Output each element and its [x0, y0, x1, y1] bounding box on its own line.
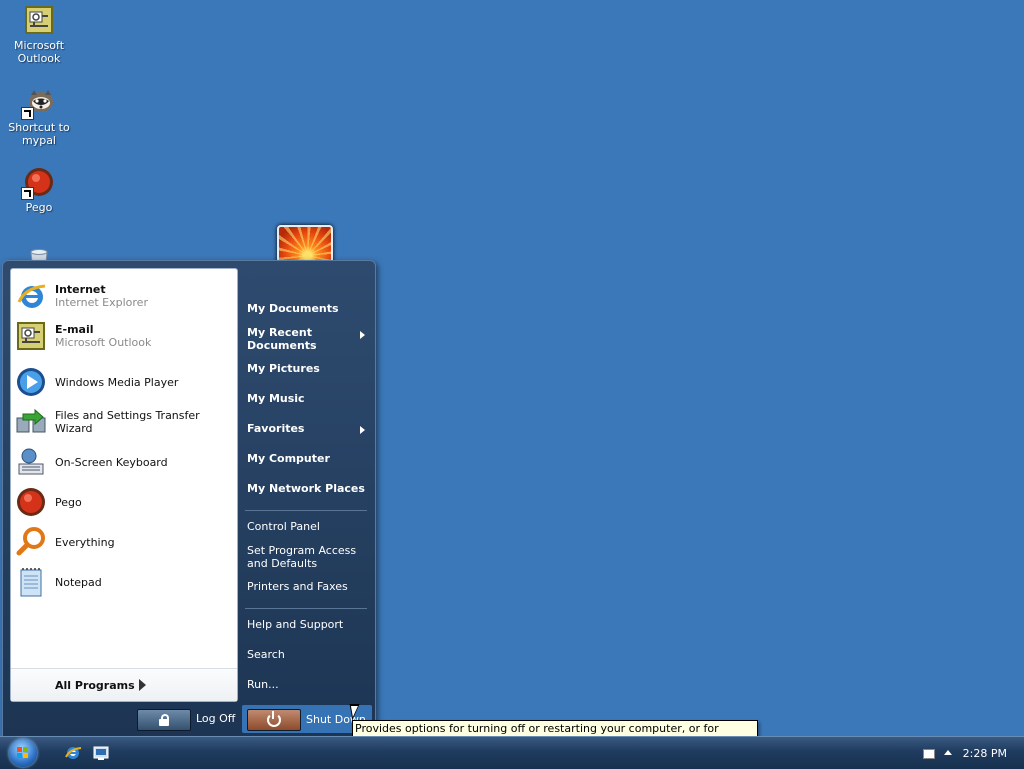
taskbar: 2:28 PM: [0, 736, 1024, 769]
start-item-on-screen-keyboard[interactable]: On-Screen Keyboard: [15, 444, 235, 480]
start-item-name: Files and Settings Transfer Wizard: [55, 409, 200, 435]
menu-item-set-program-access[interactable]: Set Program Access and Defaults: [247, 544, 369, 570]
menu-item-printers-and-faxes[interactable]: Printers and Faxes: [247, 580, 369, 593]
start-item-subtitle: Microsoft Outlook: [55, 336, 152, 349]
menu-item-label: Favorites: [247, 422, 305, 435]
magnifier-icon: [15, 526, 47, 558]
menu-item-my-recent-documents[interactable]: My Recent Documents: [247, 326, 365, 352]
submenu-arrow-icon: [360, 426, 365, 434]
arrow-right-icon: [139, 679, 146, 691]
menu-item-label: My Recent Documents: [247, 326, 317, 352]
menu-item-control-panel[interactable]: Control Panel: [247, 520, 369, 533]
outlook-icon: [23, 4, 55, 36]
desktop-icon-pego[interactable]: Pego: [0, 166, 78, 214]
start-item-everything[interactable]: Everything: [15, 524, 235, 560]
start-item-notepad[interactable]: Notepad: [15, 564, 235, 600]
menu-item-search[interactable]: Search: [247, 648, 369, 661]
menu-item-label: Help and Support: [247, 618, 344, 631]
all-programs-button[interactable]: All Programs: [11, 668, 237, 701]
start-item-name: E-mail: [55, 323, 94, 336]
submenu-arrow-icon: [360, 331, 365, 339]
desktop-icon-outlook[interactable]: Microsoft Outlook: [0, 4, 78, 65]
menu-item-label: My Documents: [247, 302, 339, 315]
desktop-icon-label: Pego: [25, 201, 53, 214]
show-hidden-icons-icon[interactable]: [944, 750, 952, 755]
internet-explorer-icon: [15, 280, 47, 312]
pego-icon: [15, 486, 47, 518]
menu-item-my-documents[interactable]: My Documents: [247, 302, 369, 315]
start-button[interactable]: [9, 739, 37, 767]
menu-item-my-network-places[interactable]: My Network Places: [247, 482, 369, 495]
desktop-icon-label: Shortcut to mypal: [8, 121, 70, 147]
media-player-icon: [15, 366, 47, 398]
menu-item-label: Printers and Faxes: [247, 580, 348, 593]
start-item-windows-media-player[interactable]: Windows Media Player: [15, 364, 235, 400]
menu-item-help-and-support[interactable]: Help and Support: [247, 618, 369, 631]
menu-item-label: Set Program Access and Defaults: [247, 544, 357, 570]
start-item-transfer-wizard[interactable]: Files and Settings Transfer Wizard: [15, 404, 235, 440]
start-item-email[interactable]: E-mail Microsoft Outlook: [15, 318, 235, 354]
menu-item-label: My Pictures: [247, 362, 320, 375]
system-tray: 2:28 PM: [920, 737, 1024, 769]
start-item-name: On-Screen Keyboard: [55, 455, 168, 469]
start-item-name: Everything: [55, 535, 115, 549]
keyboard-layout-icon[interactable]: [923, 749, 935, 759]
shortcut-arrow-icon: [21, 187, 34, 200]
start-item-name: Pego: [55, 495, 82, 509]
windows-logo-icon: [17, 747, 29, 759]
shut-down-icon-box: [247, 709, 301, 731]
start-menu-programs-pane: Internet Internet Explorer E-mail Micros…: [10, 268, 238, 702]
outlook-icon: [15, 320, 47, 352]
menu-item-label: Run...: [247, 678, 279, 691]
desktop-icon-label: Microsoft Outlook: [13, 39, 65, 65]
start-item-internet[interactable]: Internet Internet Explorer: [15, 278, 235, 314]
menu-item-label: My Computer: [247, 452, 330, 465]
menu-item-my-computer[interactable]: My Computer: [247, 452, 369, 465]
menu-separator: [245, 608, 367, 609]
raccoon-icon: [21, 86, 55, 120]
notepad-icon: [15, 566, 47, 598]
menu-item-my-pictures[interactable]: My Pictures: [247, 362, 369, 375]
start-item-subtitle: Internet Explorer: [55, 296, 148, 309]
quick-launch-show-desktop-icon[interactable]: [92, 744, 110, 762]
quick-launch-internet-explorer-icon[interactable]: [64, 744, 82, 762]
log-off-button[interactable]: [137, 709, 191, 731]
start-item-name: Internet: [55, 283, 106, 296]
start-item-name: Notepad: [55, 575, 102, 589]
on-screen-keyboard-icon: [15, 446, 47, 478]
lock-icon: [158, 714, 170, 726]
menu-item-label: Control Panel: [247, 520, 320, 533]
desktop-icon-mypal[interactable]: Shortcut to mypal: [0, 86, 78, 147]
menu-item-label: My Network Places: [247, 482, 365, 495]
transfer-wizard-icon: [15, 406, 47, 438]
pego-icon: [21, 166, 55, 200]
power-icon: [267, 711, 281, 727]
menu-item-run[interactable]: Run...: [247, 678, 369, 691]
start-item-pego[interactable]: Pego: [15, 484, 235, 520]
all-programs-label: All Programs: [55, 679, 135, 692]
taskbar-clock[interactable]: 2:28 PM: [963, 747, 1007, 760]
menu-item-label: Search: [247, 648, 285, 661]
start-item-name: Windows Media Player: [55, 375, 179, 389]
menu-separator: [245, 510, 367, 511]
log-off-label[interactable]: Log Off: [196, 712, 235, 725]
menu-item-label: My Music: [247, 392, 305, 405]
menu-item-favorites[interactable]: Favorites: [247, 422, 369, 435]
shortcut-arrow-icon: [21, 107, 34, 120]
menu-item-my-music[interactable]: My Music: [247, 392, 369, 405]
start-menu: Internet Internet Explorer E-mail Micros…: [2, 260, 376, 738]
